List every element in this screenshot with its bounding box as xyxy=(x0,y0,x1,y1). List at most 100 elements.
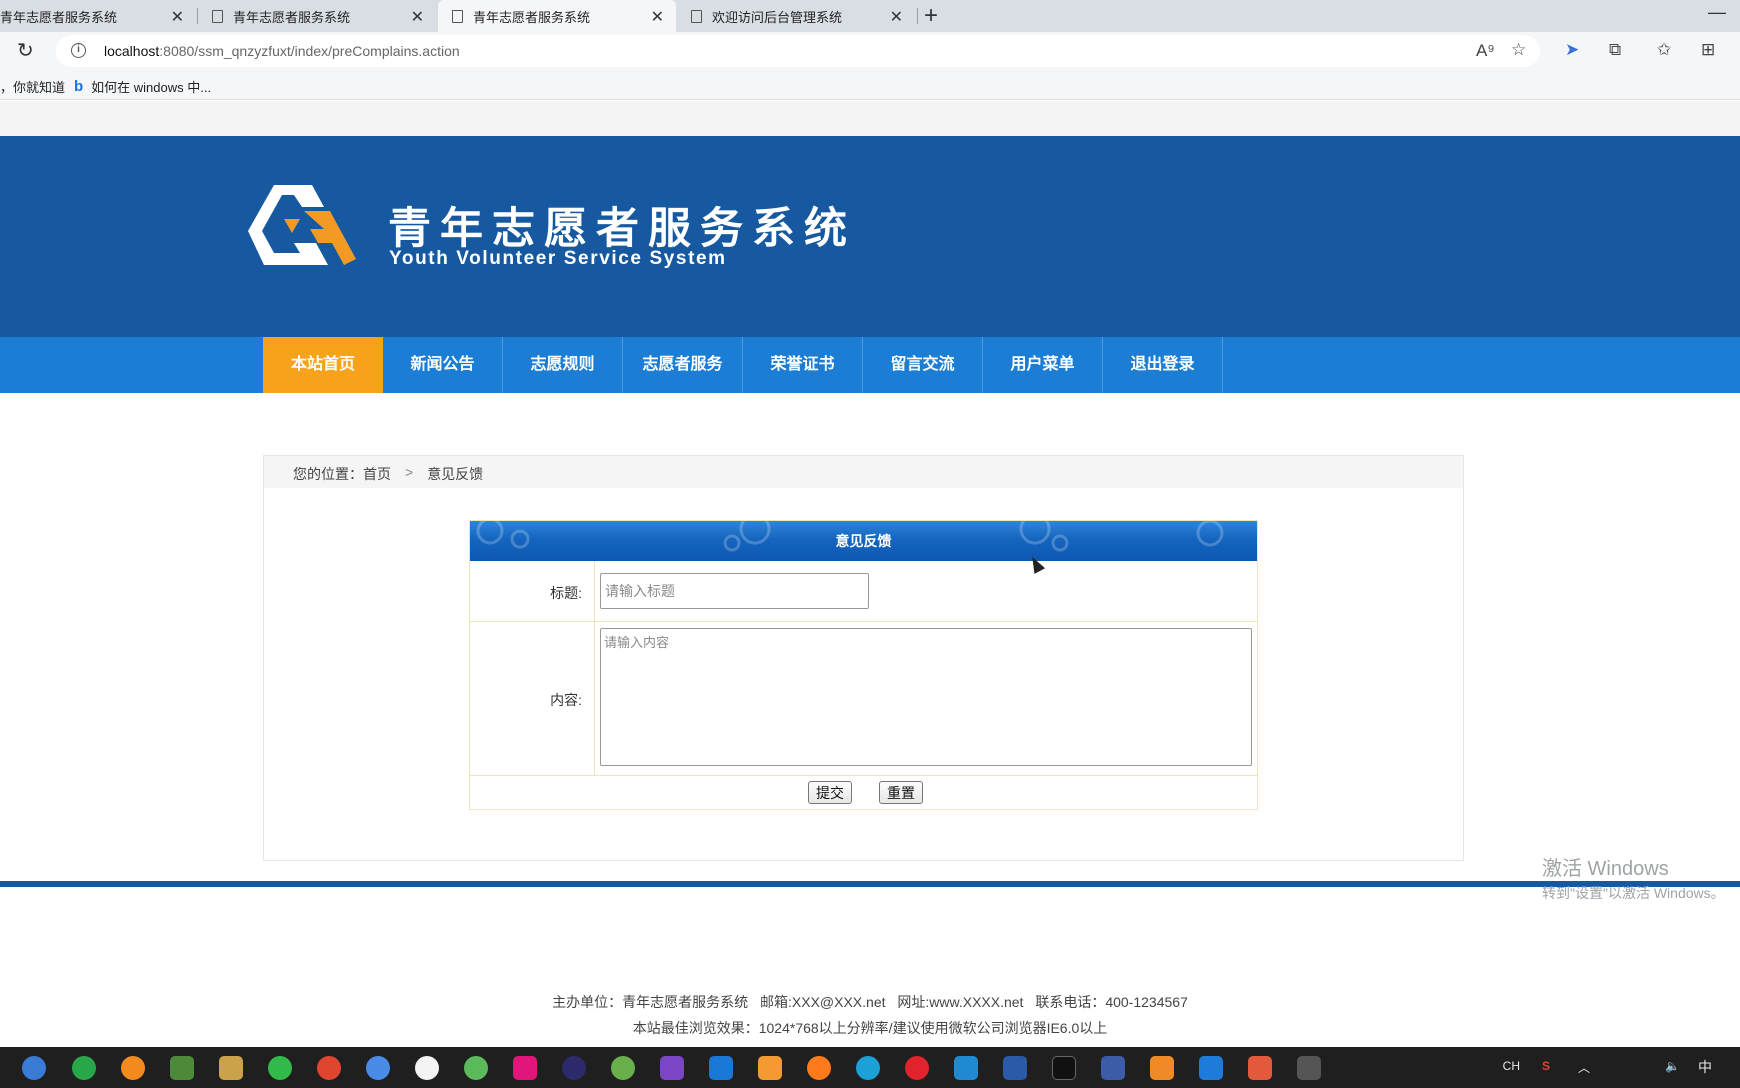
browser-icon[interactable] xyxy=(22,1056,46,1080)
tab-title: 青年志愿者服务系统 xyxy=(233,9,351,25)
qq-icon[interactable] xyxy=(415,1056,439,1080)
nav-item-rules[interactable]: 志愿规则 xyxy=(503,337,623,393)
footer-phone: 联系电话：400-1234567 xyxy=(1035,994,1188,1010)
nav-list: 本站首页 新闻公告 志愿规则 志愿者服务 荣誉证书 留言交流 用户菜单 退出登录 xyxy=(263,337,1223,393)
tools-icon[interactable] xyxy=(219,1056,243,1080)
content-panel: 您的位置： 首页 > 意见反馈 意见反馈 标题: 内容: 提交 重置 xyxy=(263,455,1464,861)
intellij-icon[interactable] xyxy=(513,1056,537,1080)
nav-item-news[interactable]: 新闻公告 xyxy=(383,337,503,393)
title-label: 标题: xyxy=(550,585,582,601)
browser-tab-4[interactable]: 欢迎访问后台管理系统 ✕ xyxy=(677,0,915,32)
collections-icon[interactable]: ⊞ xyxy=(1701,40,1715,60)
favorite-item[interactable]: ，你就知道 xyxy=(0,77,65,96)
sogou-ime-icon[interactable]: S xyxy=(1542,1059,1550,1073)
vscode-icon[interactable] xyxy=(954,1056,978,1080)
address-bar-row: ↻ i localhost:8080/ssm_qnzyzfuxt/index/p… xyxy=(0,32,1740,70)
notes-icon[interactable] xyxy=(1297,1056,1321,1080)
site-subtitle: Youth Volunteer Service System xyxy=(389,248,727,269)
app-m-icon[interactable] xyxy=(709,1056,733,1080)
url-text[interactable]: localhost:8080/ssm_qnzyzfuxt/index/preCo… xyxy=(104,43,460,59)
orange-app-icon[interactable] xyxy=(121,1056,145,1080)
content-textarea[interactable] xyxy=(600,628,1252,766)
visual-studio-icon[interactable] xyxy=(660,1056,684,1080)
watermark-line2: 转到"设置"以激活 Windows。 xyxy=(1542,885,1725,901)
close-tab-icon[interactable]: ✕ xyxy=(651,7,664,27)
nav-item-user-menu[interactable]: 用户菜单 xyxy=(983,337,1103,393)
minimize-window-button[interactable]: — xyxy=(1708,2,1726,23)
ornament-icon xyxy=(1196,521,1224,547)
volume-icon[interactable]: 🔈 xyxy=(1665,1059,1680,1073)
browser-tab-1[interactable]: 青年志愿者服务系统 ✕ xyxy=(0,0,196,32)
edge-icon[interactable] xyxy=(856,1056,880,1080)
pen-icon[interactable] xyxy=(1248,1056,1272,1080)
browser-tab-2[interactable]: 青年志愿者服务系统 ✕ xyxy=(198,0,436,32)
chrome-icon[interactable] xyxy=(317,1056,341,1080)
main-navigation: 本站首页 新闻公告 志愿规则 志愿者服务 荣誉证书 留言交流 用户菜单 退出登录 xyxy=(0,337,1740,393)
url-field[interactable]: i localhost:8080/ssm_qnzyzfuxt/index/pre… xyxy=(56,35,1540,67)
site-info-icon[interactable]: i xyxy=(71,43,86,58)
favorite-item-bing[interactable]: b 如何在 windows 中... xyxy=(74,77,211,96)
page-icon xyxy=(452,9,463,23)
breadcrumb-prefix: 您的位置： xyxy=(293,466,363,482)
close-tab-icon[interactable]: ✕ xyxy=(411,7,424,27)
site-logo-icon xyxy=(248,185,356,265)
site-header: 青年志愿者服务系统 Youth Volunteer Service System xyxy=(0,136,1740,337)
wechat-icon[interactable] xyxy=(268,1056,292,1080)
nav-item-logout[interactable]: 退出登录 xyxy=(1103,337,1223,393)
site-title: 青年志愿者服务系统 xyxy=(388,204,856,254)
footer-sponsor: 主办单位：青年志愿者服务系统 xyxy=(552,994,749,1010)
chrome-alt-icon[interactable] xyxy=(366,1056,390,1080)
activation-watermark: 激活 Windows 转到"设置"以激活 Windows。 xyxy=(1542,852,1725,903)
top-strip xyxy=(0,101,1740,136)
feedback-form: 意见反馈 标题: 内容: 提交 重置 xyxy=(469,520,1258,810)
form-row-divider xyxy=(470,775,1257,776)
breadcrumb-home-link[interactable]: 首页 xyxy=(363,464,391,484)
close-tab-icon[interactable]: ✕ xyxy=(171,7,184,27)
spring-icon[interactable] xyxy=(611,1056,635,1080)
nav-item-certificates[interactable]: 荣誉证书 xyxy=(743,337,863,393)
nav-item-messages[interactable]: 留言交流 xyxy=(863,337,983,393)
add-favorite-icon[interactable]: ☆ xyxy=(1511,40,1526,60)
powershell-icon[interactable] xyxy=(1003,1056,1027,1080)
tray-ime[interactable]: 中 xyxy=(1698,1057,1712,1077)
breadcrumb-current: 意见反馈 xyxy=(427,466,484,482)
browser-tab-3-active[interactable]: 青年志愿者服务系统 ✕ xyxy=(438,0,676,32)
leaf-icon[interactable] xyxy=(464,1056,488,1080)
db-icon[interactable] xyxy=(170,1056,194,1080)
nav-item-volunteer-service[interactable]: 志愿者服务 xyxy=(623,337,743,393)
web-page: 青年志愿者服务系统 Youth Volunteer Service System… xyxy=(0,101,1740,1047)
ornament-icon xyxy=(723,521,771,552)
tray-language[interactable]: CH xyxy=(1503,1059,1520,1073)
eclipse-icon[interactable] xyxy=(562,1056,586,1080)
feather-icon[interactable] xyxy=(1101,1056,1125,1080)
url-path: :8080/ssm_qnzyzfuxt/index/preComplains.a… xyxy=(159,43,460,59)
favorites-icon[interactable]: ✩ xyxy=(1657,40,1671,60)
footer-browser-note: 本站最佳浏览效果：1024*768以上分辨率/建议使用微软公司浏览器IE6.0以… xyxy=(632,1020,1108,1036)
form-heading-bar: 意见反馈 xyxy=(470,521,1257,561)
form-heading: 意见反馈 xyxy=(835,533,892,549)
reload-icon[interactable]: ↻ xyxy=(17,38,34,63)
opera-icon[interactable] xyxy=(905,1056,929,1080)
form-row-divider xyxy=(470,621,1257,622)
copilot-icon[interactable]: ➤ xyxy=(1565,40,1579,60)
footer-email: 邮箱:XXX@XXX.net xyxy=(760,994,886,1010)
tab-title: 欢迎访问后台管理系统 xyxy=(712,9,843,25)
submit-button[interactable]: 提交 xyxy=(808,781,852,804)
watermark-line1: 激活 Windows xyxy=(1542,858,1669,880)
firefox-icon[interactable] xyxy=(807,1056,831,1080)
content-label: 内容: xyxy=(550,692,582,708)
reset-button[interactable]: 重置 xyxy=(879,781,923,804)
ornament-icon xyxy=(476,521,530,549)
close-tab-icon[interactable]: ✕ xyxy=(890,7,903,27)
nav-item-home[interactable]: 本站首页 xyxy=(263,337,383,393)
extensions-icon[interactable]: ⧉ xyxy=(1609,40,1621,60)
word-icon[interactable] xyxy=(1199,1056,1223,1080)
title-input[interactable] xyxy=(600,573,869,609)
wechat-green-icon[interactable] xyxy=(72,1056,96,1080)
tray-expand-icon[interactable]: ︿ xyxy=(1578,1059,1590,1076)
settings-app-icon[interactable] xyxy=(1150,1056,1174,1080)
sublime-icon[interactable] xyxy=(758,1056,782,1080)
read-aloud-icon[interactable]: A⁹ xyxy=(1476,41,1495,61)
new-tab-button[interactable]: + xyxy=(924,2,938,30)
terminal-icon[interactable] xyxy=(1052,1056,1076,1080)
